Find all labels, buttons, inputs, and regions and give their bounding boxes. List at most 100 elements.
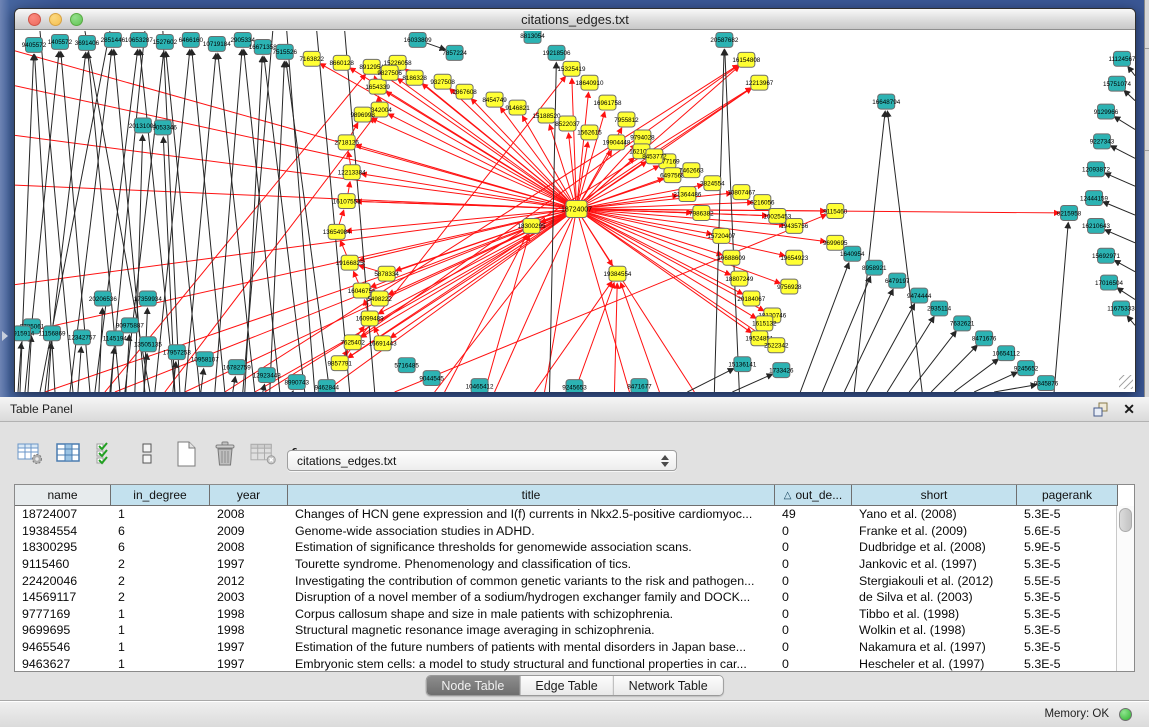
graph-node[interactable]: 16691443 <box>369 336 397 351</box>
table-cell[interactable]: 14569117 <box>15 590 111 604</box>
graph-node[interactable]: 2867608 <box>452 84 477 99</box>
table-cell[interactable]: Wolkin et al. (1998) <box>852 623 1017 637</box>
graph-node[interactable]: 9245652 <box>1014 361 1039 376</box>
graph-node[interactable]: 3691406 <box>75 35 100 50</box>
table-row[interactable]: 1456911722003Disruption of a novel membe… <box>15 589 1116 606</box>
graph-node[interactable]: 10719184 <box>203 36 231 51</box>
graph-node[interactable]: 2851446 <box>101 32 126 47</box>
table-cell[interactable]: 0 <box>775 540 852 554</box>
graph-node[interactable]: 15325419 <box>558 61 586 76</box>
column-header-title[interactable]: title <box>288 485 775 506</box>
tab-edge-table[interactable]: Edge Table <box>520 676 613 695</box>
graph-node[interactable]: 17016504 <box>1095 275 1123 290</box>
minimize-window-button[interactable] <box>49 13 62 26</box>
table-cell[interactable]: 1998 <box>210 623 288 637</box>
delete-table-button[interactable] <box>250 441 278 467</box>
graph-node[interactable]: 5716485 <box>394 358 419 373</box>
graph-node[interactable]: 8454749 <box>482 92 507 107</box>
table-cell[interactable]: Dudbridge et al. (2008) <box>852 540 1017 554</box>
table-cell[interactable]: 5.3E-5 <box>1017 557 1116 571</box>
table-cell[interactable]: 5.5E-5 <box>1017 574 1116 588</box>
graph-node[interactable]: 9462844 <box>314 380 339 392</box>
table-cell[interactable]: 5.3E-5 <box>1017 640 1116 654</box>
table-cell[interactable]: Hescheler et al. (1997) <box>852 657 1017 671</box>
network-graph[interactable]: 1872400771638228660128891295416543392342… <box>15 31 1135 392</box>
graph-node[interactable]: 7462663 <box>679 163 704 178</box>
graph-node[interactable]: 10653287 <box>125 32 153 47</box>
graph-node[interactable]: 7632621 <box>950 316 975 331</box>
table-cell[interactable]: 9777169 <box>15 607 111 621</box>
table-cell[interactable]: 0 <box>775 640 852 654</box>
graph-node[interactable]: 2718126 <box>334 135 359 150</box>
column-header-in-degree[interactable]: in_degree <box>111 485 210 506</box>
graph-node[interactable]: 8990743 <box>285 375 310 390</box>
table-cell[interactable]: 2003 <box>210 590 288 604</box>
table-cell[interactable]: Estimation of significance thresholds fo… <box>288 540 775 554</box>
table-cell[interactable]: Yano et al. (2008) <box>852 507 1017 521</box>
graph-node[interactable]: 16107553 <box>333 194 361 209</box>
graph-node[interactable]: 18807249 <box>725 271 753 286</box>
graph-node[interactable]: 10807467 <box>727 185 755 200</box>
graph-node[interactable]: 8215958 <box>1057 206 1082 221</box>
table-cell[interactable]: 1 <box>111 640 210 654</box>
graph-node[interactable]: 12213384 <box>338 165 366 180</box>
table-cell[interactable]: Estimation of the future numbers of pati… <box>288 640 775 654</box>
window-resize-grip[interactable] <box>1119 375 1133 389</box>
graph-node[interactable]: 20206536 <box>89 291 117 306</box>
graph-node[interactable]: 8958921 <box>862 260 887 275</box>
table-select-dropdown[interactable]: citations_edges.txt <box>287 450 677 471</box>
table-cell[interactable]: 0 <box>775 623 852 637</box>
graph-node[interactable]: 19654923 <box>780 250 808 265</box>
table-cell[interactable]: 6 <box>111 524 210 538</box>
graph-node[interactable]: 15751074 <box>1103 76 1131 91</box>
table-cell[interactable]: 2009 <box>210 524 288 538</box>
table-row[interactable]: 977716911998Corpus callosum shape and si… <box>15 606 1116 623</box>
table-cell[interactable]: 1997 <box>210 557 288 571</box>
table-cell[interactable]: Disruption of a novel member of a sodium… <box>288 590 775 604</box>
graph-node[interactable]: 9115460 <box>823 204 847 219</box>
table-cell[interactable]: 6 <box>111 540 210 554</box>
graph-node[interactable]: 20587682 <box>710 32 738 47</box>
new-column-button[interactable] <box>172 441 200 467</box>
table-cell[interactable]: 2008 <box>210 540 288 554</box>
graph-node[interactable]: 9245653 <box>562 380 587 392</box>
table-cell[interactable]: 2008 <box>210 507 288 521</box>
close-window-button[interactable] <box>28 13 41 26</box>
graph-node[interactable]: 16033809 <box>404 32 432 47</box>
graph-node[interactable]: 6479197 <box>885 273 910 288</box>
table-cell[interactable]: 0 <box>775 557 852 571</box>
graph-node[interactable]: 8471676 <box>972 331 997 346</box>
graph-node[interactable]: 13654984 <box>323 224 351 239</box>
graph-node[interactable]: 12342757 <box>68 330 96 345</box>
graph-node[interactable]: 18640910 <box>576 75 604 90</box>
table-cell[interactable]: Genome-wide association studies in ADHD. <box>288 524 775 538</box>
table-mode-button[interactable] <box>16 441 44 467</box>
tab-node-table[interactable]: Node Table <box>426 676 520 695</box>
graph-node[interactable]: 2935114 <box>927 301 951 316</box>
graph-node[interactable]: 1562615 <box>577 125 602 140</box>
graph-node[interactable]: 7986382 <box>689 206 714 221</box>
table-row[interactable]: 946554611997Estimation of the future num… <box>15 639 1116 656</box>
close-icon[interactable]: ✕ <box>1123 400 1135 418</box>
graph-node[interactable]: 1405572 <box>48 34 73 49</box>
graph-node[interactable]: 13505135 <box>134 337 162 352</box>
table-cell[interactable]: Embryonic stem cells: a model to study s… <box>288 657 775 671</box>
column-header-year[interactable]: year <box>210 485 288 506</box>
graph-node[interactable]: 9857791 <box>327 356 352 371</box>
table-cell[interactable]: Changes of HCN gene expression and I(f) … <box>288 507 775 521</box>
table-row[interactable]: 1872400712008Changes of HCN gene express… <box>15 506 1116 523</box>
table-row[interactable]: 946362711997Embryonic stem cells: a mode… <box>15 655 1116 672</box>
graph-node[interactable]: 1145194 <box>103 331 127 346</box>
graph-node[interactable]: 2522342 <box>764 338 789 353</box>
column-header-out-de-[interactable]: △out_de... <box>775 485 852 506</box>
table-cell[interactable]: 1 <box>111 507 210 521</box>
graph-node[interactable]: 7515526 <box>273 44 298 59</box>
graph-node[interactable]: 10688609 <box>717 250 745 265</box>
panel-grip-icon[interactable] <box>2 331 8 341</box>
graph-node[interactable]: 8522037 <box>555 116 580 131</box>
table-cell[interactable]: 49 <box>775 507 852 521</box>
graph-node[interactable]: 16648794 <box>872 94 900 109</box>
table-cell[interactable]: 1 <box>111 607 210 621</box>
column-header-name[interactable]: name <box>15 485 111 506</box>
table-scrollbar[interactable] <box>1116 506 1134 672</box>
